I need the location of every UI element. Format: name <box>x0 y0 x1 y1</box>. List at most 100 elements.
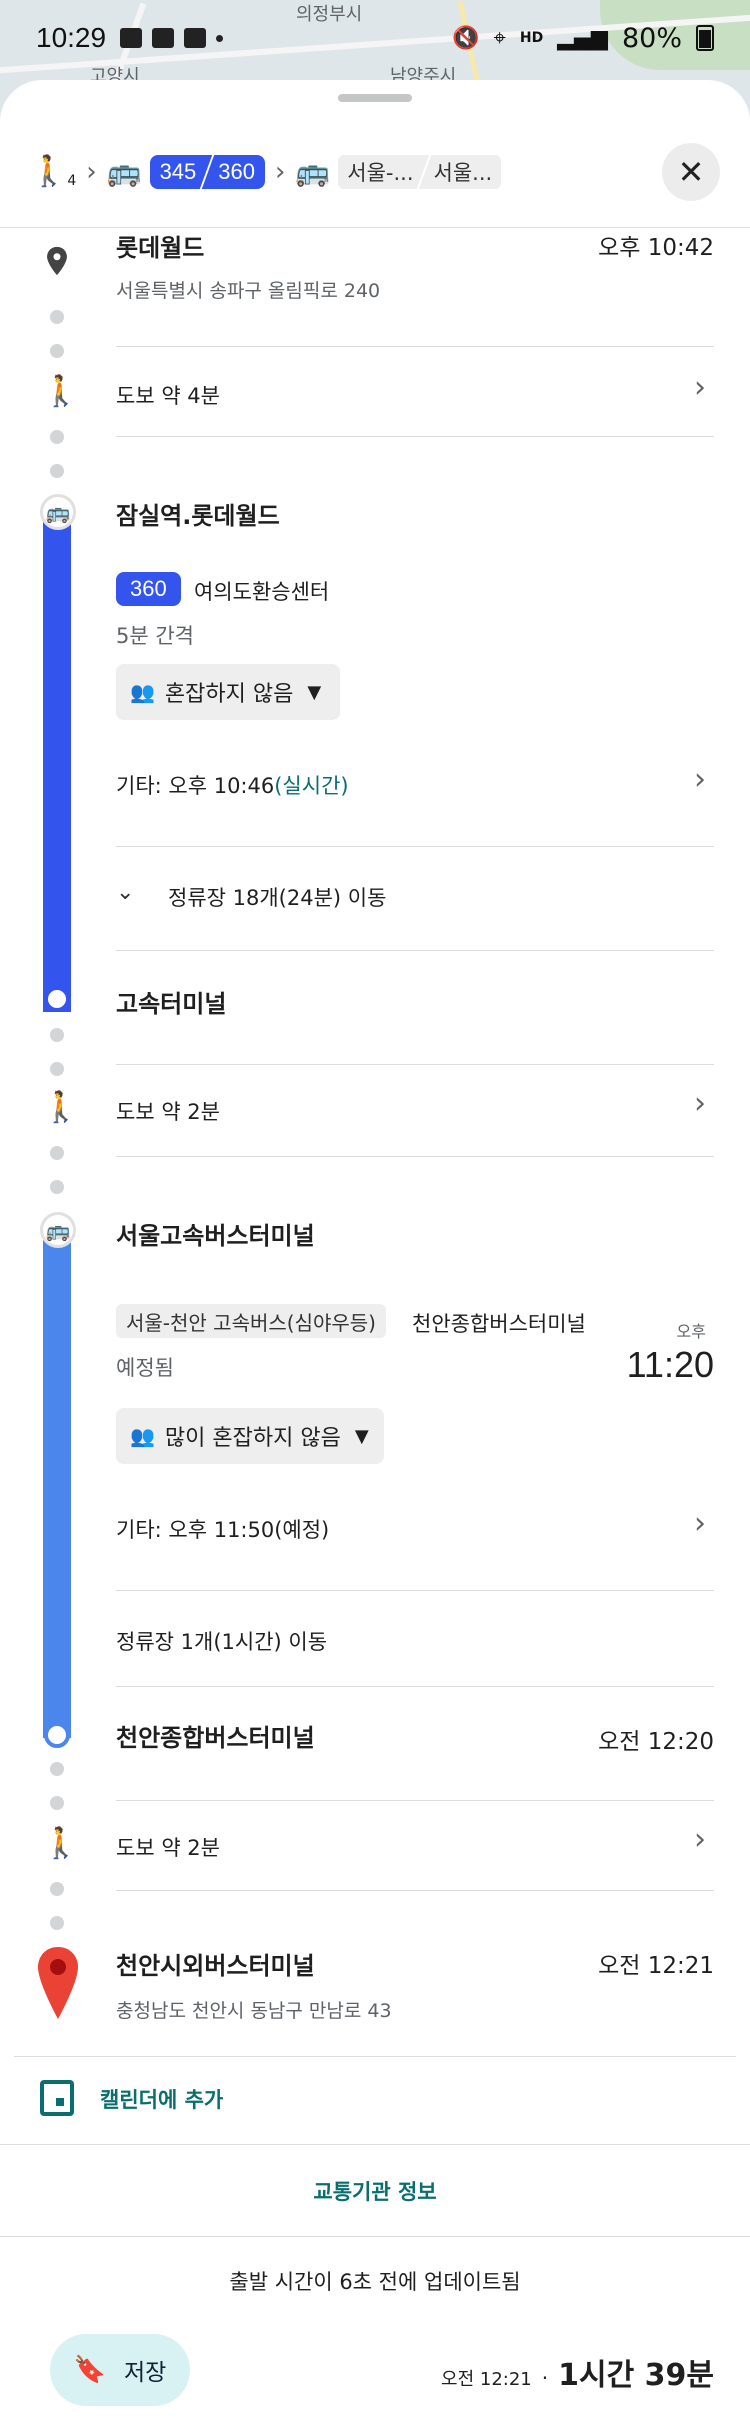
route-chip-345: 345 <box>159 158 197 184</box>
other-departures-label: 기타: 오후 10:46 <box>116 774 275 798</box>
intercity-routes-chip: 서울-... 서울... <box>338 154 502 189</box>
timeline-dot <box>50 1916 64 1930</box>
chevron-right-icon[interactable]: › <box>694 762 706 797</box>
notification-icon <box>184 28 207 48</box>
route-summary-bar: 🚶 4 › 🚌 345 360 › 🚌 서울-... 서울... ✕ <box>0 116 750 228</box>
divider <box>116 346 714 347</box>
timeline-dot <box>50 1882 64 1896</box>
bus-stop-node-icon: 🚌 <box>40 494 76 530</box>
bus-stop-1-name: 잠실역.롯데월드 <box>116 502 280 530</box>
mute-icon: 🔇 <box>452 25 480 51</box>
schedule-status: 예정됨 <box>116 1356 174 1380</box>
divider <box>116 436 714 437</box>
depart-period: 오후 <box>676 1322 706 1341</box>
intercity-route-line <box>43 1230 71 1738</box>
crowd-level-label: 많이 혼잡하지 않음 <box>164 1426 341 1451</box>
separator-dot: · <box>541 2366 549 2390</box>
add-to-calendar-button[interactable]: 캘린더에 추가 <box>100 2084 223 2114</box>
people-icon: 👥 <box>130 1424 155 1448</box>
walk-icon: 🚶 <box>42 374 80 409</box>
timeline-dot <box>50 1146 64 1160</box>
arrival-time: 오전 12:21 <box>441 2369 532 2390</box>
origin-address: 서울특별시 송파구 올림픽로 240 <box>116 280 381 302</box>
timeline-dot <box>50 310 64 324</box>
walk-step-1[interactable]: 도보 약 4분 <box>116 380 220 410</box>
stops-count-info: 정류장 1개(1시간) 이동 <box>116 1630 328 1654</box>
intercity-route-badge[interactable]: 서울-천안 고속버스(심야우등) <box>116 1304 386 1338</box>
save-label: 저장 <box>124 2360 167 2386</box>
divider <box>116 1686 714 1687</box>
timeline-dot <box>50 430 64 444</box>
calendar-icon <box>40 2080 74 2116</box>
realtime-note: (실시간) <box>274 774 349 798</box>
battery-percent: 80% <box>621 22 682 54</box>
gallery-icon <box>120 28 143 48</box>
bookmark-icon: 🔖 <box>73 2355 107 2385</box>
message-icon <box>152 28 175 48</box>
timeline-dot <box>50 1796 64 1810</box>
transit-info-link[interactable]: 교통기관 정보 <box>0 2176 750 2206</box>
timeline-dot <box>50 1028 64 1042</box>
crowd-level-label: 혼잡하지 않음 <box>164 682 294 707</box>
walk-step-3[interactable]: 도보 약 2분 <box>116 1832 220 1862</box>
bus-icon: 🚌 <box>106 155 142 188</box>
origin-pin-icon <box>47 246 67 276</box>
people-icon: 👥 <box>130 680 155 704</box>
location-icon: ⌖ <box>493 25 506 51</box>
crowd-level-dropdown[interactable]: 👥 혼잡하지 않음 ▼ <box>116 664 340 720</box>
timeline-dot <box>50 464 64 478</box>
more-notifications-icon <box>216 35 224 42</box>
destination-time: 오전 12:21 <box>598 1953 714 1979</box>
alight-stop-1: 고속터미널 <box>116 990 227 1018</box>
chevron-right-icon[interactable]: › <box>694 1506 706 1541</box>
timeline-dot <box>50 1762 64 1776</box>
signal-icon: ▂▄▆ <box>557 25 608 51</box>
chevron-right-icon: › <box>86 156 97 187</box>
bus-stop-2-name: 서울고속버스터미널 <box>116 1222 315 1250</box>
divider <box>116 1064 714 1065</box>
status-bar: 10:29 🔇 ⌖ HD ▂▄▆ 80% <box>0 0 750 76</box>
divider <box>0 2236 750 2237</box>
expand-chevron-icon[interactable]: ⌄ <box>116 880 134 905</box>
status-time: 10:29 <box>36 22 107 53</box>
bus-route-line <box>43 512 71 1012</box>
timeline-dot <box>50 1062 64 1076</box>
timeline-dot <box>50 1180 64 1194</box>
chevron-right-icon[interactable]: › <box>694 370 706 405</box>
divider <box>116 1590 714 1591</box>
dropdown-arrow-icon: ▼ <box>354 1425 369 1447</box>
divider <box>116 1800 714 1801</box>
destination-address: 충청남도 천안시 동남구 만남로 43 <box>116 2000 392 2022</box>
other-departures[interactable]: 기타: 오후 10:46(실시간) <box>116 770 349 800</box>
intercity-chip-1: 서울-... <box>347 160 414 185</box>
origin-time: 오후 10:42 <box>598 235 714 261</box>
crowd-level-dropdown[interactable]: 👥 많이 혼잡하지 않음 ▼ <box>116 1408 384 1464</box>
close-button[interactable]: ✕ <box>662 142 720 201</box>
walk-step-2[interactable]: 도보 약 2분 <box>116 1096 220 1126</box>
save-button[interactable]: 🔖 저장 <box>50 2334 190 2406</box>
bus-alight-node <box>44 986 70 1012</box>
route-destination: 여의도환승센터 <box>194 580 330 604</box>
divider <box>14 2056 736 2057</box>
route-badge-360[interactable]: 360 <box>116 572 181 606</box>
alight-stop-2: 천안종합버스터미널 <box>116 1724 315 1752</box>
drag-handle[interactable] <box>338 94 412 102</box>
stops-count-toggle[interactable]: 정류장 18개(24분) 이동 <box>168 882 386 912</box>
walk-icon: 🚶 <box>42 1090 80 1125</box>
divider <box>116 846 714 847</box>
other-departures[interactable]: 기타: 오후 11:50(예정) <box>116 1514 329 1544</box>
trip-summary: 오전 12:21 · 1시간 39분 <box>441 2350 714 2394</box>
chevron-right-icon: › <box>275 156 286 187</box>
destination-name: 천안시외버스터미널 <box>116 1952 315 1980</box>
route-chip-360: 360 <box>218 158 255 184</box>
chevron-right-icon[interactable]: › <box>694 1822 706 1857</box>
intercity-chip-2: 서울... <box>433 160 493 185</box>
divider <box>0 2144 750 2145</box>
destination-pin-icon <box>38 1947 78 2019</box>
battery-icon <box>696 25 714 51</box>
alight-time: 오전 12:20 <box>598 1729 714 1755</box>
chevron-right-icon[interactable]: › <box>694 1086 706 1121</box>
bus-routes-chip: 345 360 <box>149 154 265 189</box>
update-notice: 출발 시간이 6초 전에 업데이트됨 <box>229 2270 521 2294</box>
intercity-destination: 천안종합버스터미널 <box>412 1312 586 1336</box>
